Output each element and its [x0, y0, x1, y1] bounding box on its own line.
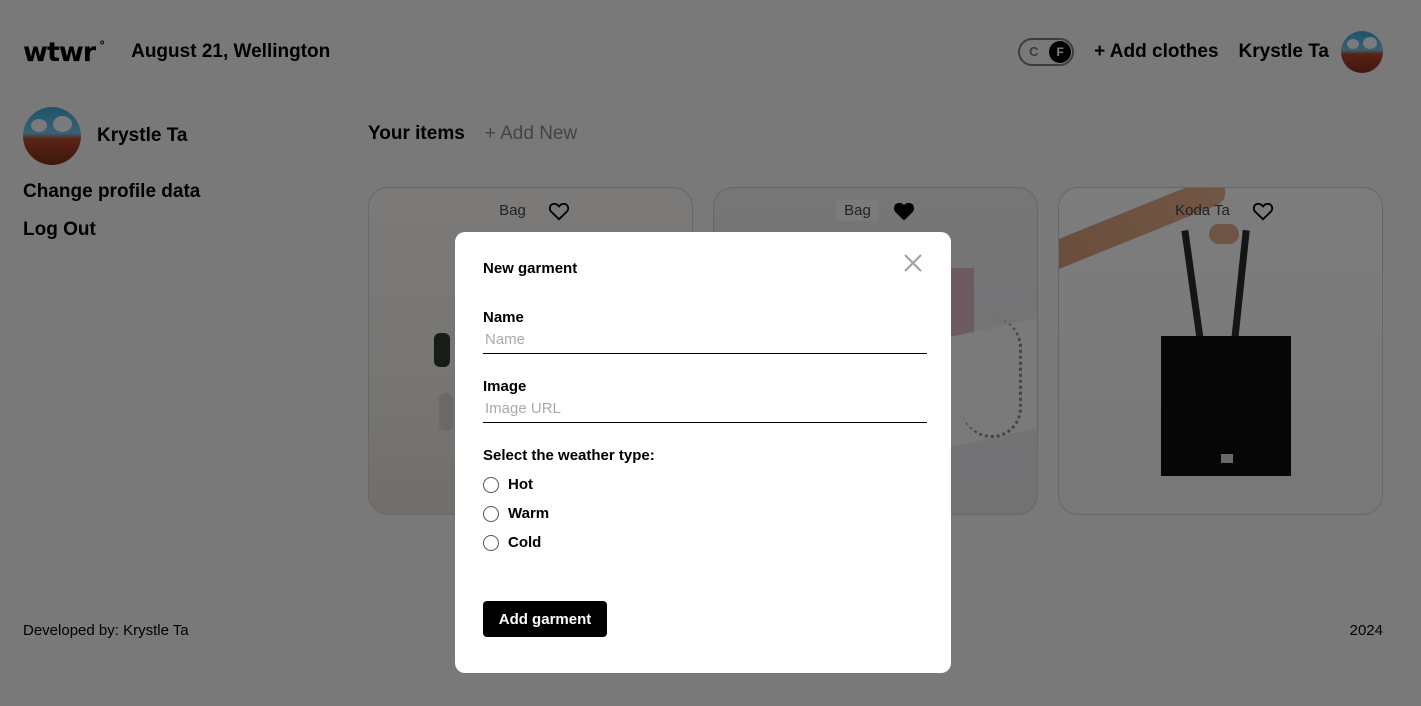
- radio-hot-label: Hot: [508, 476, 533, 493]
- radio-hot[interactable]: [483, 476, 499, 493]
- weather-option-cold[interactable]: Cold: [483, 533, 927, 552]
- modal-title: New garment: [483, 260, 578, 277]
- new-garment-modal: New garment Name Image Select the weathe…: [455, 232, 951, 673]
- add-garment-button[interactable]: Add garment: [483, 601, 607, 637]
- image-label: Image: [483, 378, 527, 395]
- name-input[interactable]: [483, 326, 927, 354]
- image-url-input[interactable]: [483, 395, 927, 423]
- close-icon[interactable]: [903, 253, 923, 273]
- radio-warm[interactable]: [483, 505, 499, 522]
- radio-cold-label: Cold: [508, 534, 542, 551]
- weather-type-label: Select the weather type:: [483, 447, 655, 464]
- radio-warm-label: Warm: [508, 505, 550, 522]
- radio-cold[interactable]: [483, 534, 499, 551]
- name-label: Name: [483, 309, 524, 326]
- weather-option-hot[interactable]: Hot: [483, 475, 927, 494]
- weather-option-warm[interactable]: Warm: [483, 504, 927, 523]
